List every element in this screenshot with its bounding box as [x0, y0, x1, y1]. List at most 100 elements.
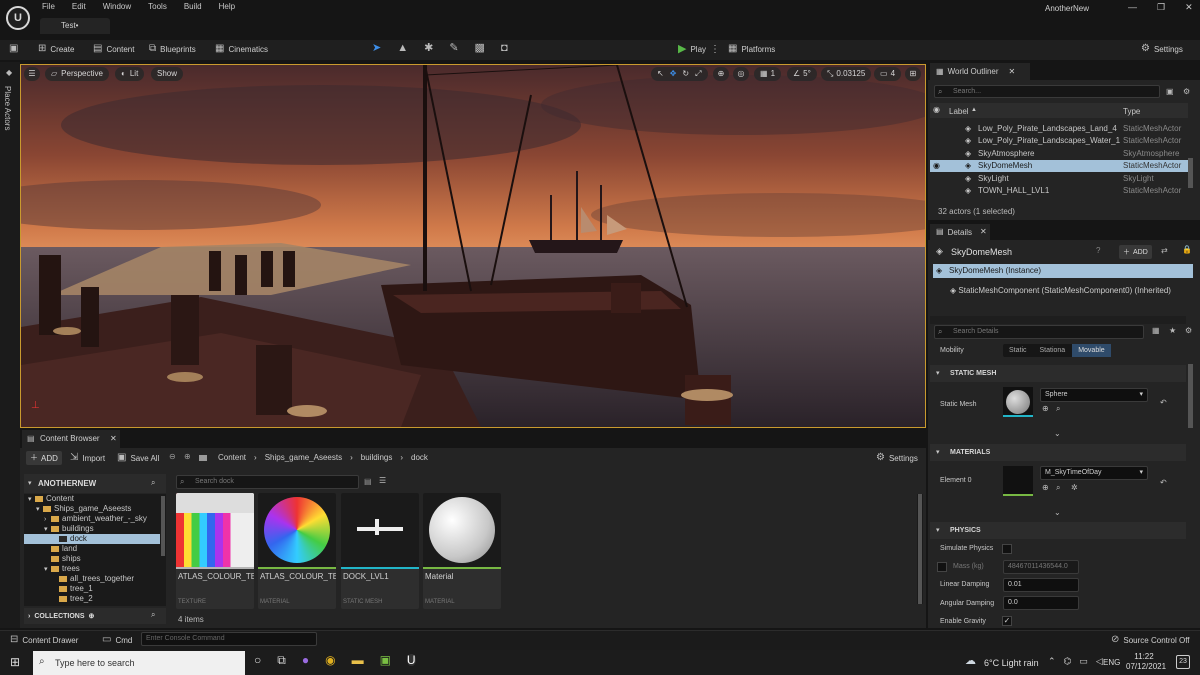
- tree-folder-9[interactable]: tree_1: [24, 584, 166, 594]
- label-column-header[interactable]: Label: [949, 107, 969, 116]
- outliner-row[interactable]: ◈ SkyAtmosphere SkyAtmosphere: [930, 148, 1188, 160]
- maximize-icon[interactable]: ❐: [1157, 3, 1165, 12]
- play-options-icon[interactable]: ⋮: [710, 44, 720, 55]
- unreal-logo-icon[interactable]: U: [6, 6, 30, 30]
- scale-snap-button[interactable]: ⤡ 0.03125: [821, 67, 872, 81]
- place-actors-icon[interactable]: ◆: [6, 69, 12, 77]
- find-asset-icon[interactable]: ⌕: [1056, 405, 1060, 413]
- battery-icon[interactable]: ▭: [1079, 657, 1088, 666]
- angular-damping-field[interactable]: 0.0: [1003, 596, 1079, 610]
- tree-folder-1[interactable]: ▾ Ships_game_Aseests: [24, 504, 166, 514]
- modeling-icon[interactable]: ◘: [501, 43, 508, 54]
- layout-icon[interactable]: ⊞: [905, 67, 921, 81]
- grid-snap-button[interactable]: ▦ 1: [754, 67, 782, 81]
- menu-file[interactable]: File: [42, 2, 55, 11]
- history-back-icon[interactable]: ⊖: [169, 453, 176, 461]
- tree-folder-10[interactable]: tree_2: [24, 594, 166, 604]
- mesh-paint-icon[interactable]: ✎: [449, 43, 458, 54]
- cinematics-button[interactable]: ▦ Cinematics: [215, 44, 268, 54]
- volume-icon[interactable]: ◁: [1096, 657, 1103, 666]
- tree-folder-5[interactable]: land: [24, 544, 166, 554]
- create-button[interactable]: ⊞ Create: [38, 44, 74, 54]
- content-drawer-button[interactable]: ⊟ Content Drawer: [10, 635, 78, 645]
- windows-start-icon[interactable]: ⊞: [10, 656, 20, 668]
- mobility-movable[interactable]: Movable: [1072, 344, 1111, 357]
- breadcrumb-dock[interactable]: dock: [411, 453, 428, 462]
- collections-header[interactable]: › COLLECTIONS ⊕: [24, 608, 166, 624]
- lit-button[interactable]: ◐ Lit: [115, 67, 145, 81]
- select-tool-icon[interactable]: ↖: [657, 70, 664, 78]
- outliner-row[interactable]: ◉ ◈ SkyDomeMesh StaticMeshActor: [930, 160, 1188, 173]
- mass-override-checkbox[interactable]: [937, 562, 947, 572]
- browse-asset-icon[interactable]: ⊕: [1042, 405, 1049, 413]
- asset-scrollbar[interactable]: [917, 494, 923, 604]
- favorites-icon[interactable]: ★: [1169, 327, 1176, 335]
- mesh-thumbnail[interactable]: [1003, 387, 1033, 417]
- weather-text[interactable]: 6°C Light rain: [984, 658, 1039, 668]
- collections-search-icon[interactable]: ⌕: [151, 611, 155, 619]
- level-viewport[interactable]: ☰ ▱ Perspective ◐ Lit Show ↖ ✥ ↻ ⤢ ⊕ ◎ ▦ 1 …: [20, 64, 926, 428]
- blueprints-button[interactable]: ⧉ Blueprints: [149, 44, 196, 54]
- static-mesh-dropdown[interactable]: Sphere ▾: [1040, 388, 1148, 402]
- instance-row[interactable]: ◈ SkyDomeMesh (Instance): [933, 264, 1193, 278]
- type-column-header[interactable]: Type: [1123, 107, 1140, 116]
- physics-section[interactable]: PHYSICS: [930, 522, 1186, 539]
- tree-folder-6[interactable]: ships: [24, 554, 166, 564]
- outliner-scrollbar[interactable]: [1188, 158, 1193, 188]
- breadcrumb-content[interactable]: Content: [218, 453, 246, 462]
- asset-search-input[interactable]: Search dock: [176, 475, 359, 489]
- history-forward-icon[interactable]: ⊕: [184, 453, 191, 461]
- add-component-button[interactable]: ＋ ADD: [1119, 245, 1152, 259]
- tree-folder-2[interactable]: › ambient_weather_-_sky: [24, 514, 166, 524]
- tree-scrollbar[interactable]: [160, 494, 166, 606]
- outliner-row[interactable]: ◈ SkyLight SkyLight: [930, 173, 1188, 185]
- menu-build[interactable]: Build: [184, 2, 202, 11]
- tree-folder-7[interactable]: ▾ trees: [24, 564, 166, 574]
- save-search-icon[interactable]: ▤: [364, 478, 372, 486]
- tab-close-icon[interactable]: ✕: [110, 435, 117, 443]
- show-button[interactable]: Show: [151, 67, 184, 81]
- expand-icon[interactable]: ⌄: [1054, 509, 1061, 517]
- scale-tool-icon[interactable]: ⤢: [695, 70, 701, 78]
- mobility-static[interactable]: Static: [1003, 344, 1033, 357]
- surface-snap-icon[interactable]: ◎: [733, 67, 749, 81]
- menu-help[interactable]: Help: [219, 2, 235, 11]
- tree-folder-0[interactable]: ▾ Content: [24, 494, 166, 504]
- tab-close-icon[interactable]: ✕: [1009, 67, 1016, 76]
- notification-badge[interactable]: 23: [1176, 655, 1190, 669]
- outliner-settings-icon[interactable]: ⚙: [1183, 88, 1190, 96]
- mobility-stationary[interactable]: Stationa: [1034, 344, 1072, 357]
- language-indicator[interactable]: ENG: [1103, 658, 1120, 667]
- cortana-icon[interactable]: ○: [254, 654, 261, 666]
- project-root[interactable]: ANOTHERNEW: [24, 474, 166, 493]
- content-button[interactable]: ▤ Content: [93, 44, 134, 54]
- level-tab[interactable]: Test•: [40, 18, 110, 34]
- actor-name[interactable]: SkyDomeMesh: [951, 247, 1012, 257]
- save-icon[interactable]: ▣: [9, 44, 18, 54]
- chevron-up-icon[interactable]: ⌃: [1048, 657, 1056, 666]
- outliner-tab[interactable]: ▦ World Outliner ✕: [930, 63, 1030, 80]
- find-asset-icon[interactable]: ⌕: [1056, 484, 1060, 492]
- settings-button[interactable]: ⚙ Settings: [1141, 44, 1183, 54]
- simulate-physics-checkbox[interactable]: [1002, 544, 1012, 554]
- material-thumbnail[interactable]: [1003, 466, 1033, 496]
- tree-folder-8[interactable]: all_trees_together: [24, 574, 166, 584]
- blueprint-icon[interactable]: ⇄: [1161, 247, 1168, 255]
- component-row[interactable]: ◈ StaticMeshComponent (StaticMeshCompone…: [950, 286, 1171, 295]
- chevron-down-icon[interactable]: ▾: [28, 495, 35, 505]
- rotation-snap-button[interactable]: ∠ 5°: [787, 67, 817, 81]
- unreal-engine-icon[interactable]: U: [406, 654, 416, 666]
- lock-icon[interactable]: 🔒: [1182, 246, 1192, 254]
- linear-damping-field[interactable]: 0.01: [1003, 578, 1079, 592]
- nvidia-icon[interactable]: ▣: [380, 654, 391, 666]
- add-folder-icon[interactable]: ▣: [1166, 88, 1174, 96]
- reset-icon[interactable]: ↶: [1160, 479, 1167, 487]
- console-input[interactable]: Enter Console Command: [141, 632, 317, 646]
- menu-tools[interactable]: Tools: [148, 2, 167, 11]
- place-actors-tab[interactable]: Place Actors: [3, 86, 12, 130]
- menu-window[interactable]: Window: [103, 2, 131, 11]
- perspective-button[interactable]: ▱ Perspective: [45, 67, 109, 81]
- tab-close-icon[interactable]: ✕: [980, 228, 987, 236]
- platforms-button[interactable]: ▦ Platforms: [728, 44, 775, 54]
- content-browser-tab[interactable]: ▤ Content Browser ✕: [22, 430, 120, 448]
